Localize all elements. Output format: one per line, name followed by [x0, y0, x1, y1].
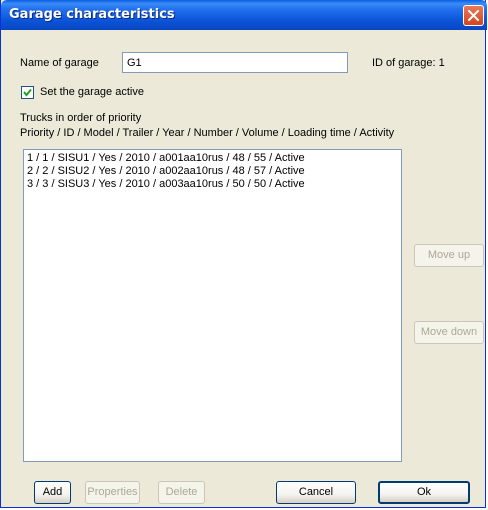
trucks-column-legend: Priority / ID / Model / Trailer / Year /… [20, 127, 395, 139]
properties-button[interactable]: Properties [85, 481, 140, 504]
list-item[interactable]: 1 / 1 / SISU1 / Yes / 2010 / a001aa10rus… [27, 152, 398, 165]
close-button[interactable] [463, 5, 484, 26]
title-bar[interactable]: Garage characteristics [1, 0, 487, 30]
checkmark-icon [23, 88, 32, 97]
cancel-button[interactable]: Cancel [276, 481, 356, 504]
move-up-button[interactable]: Move up [414, 244, 484, 267]
garage-active-label: Set the garage active [40, 86, 144, 98]
garage-active-checkbox[interactable] [21, 86, 34, 99]
garage-name-input[interactable] [122, 52, 348, 73]
delete-button[interactable]: Delete [158, 481, 205, 504]
list-item[interactable]: 2 / 2 / SISU2 / Yes / 2010 / a002aa10rus… [27, 165, 398, 178]
move-down-button[interactable]: Move down [414, 321, 484, 344]
close-icon [468, 10, 479, 21]
trucks-listbox[interactable]: 1 / 1 / SISU1 / Yes / 2010 / a001aa10rus… [23, 149, 402, 462]
add-button[interactable]: Add [34, 481, 71, 504]
trucks-heading: Trucks in order of priority [20, 112, 142, 124]
ok-button[interactable]: Ok [378, 481, 470, 504]
list-item[interactable]: 3 / 3 / SISU3 / Yes / 2010 / a003aa10rus… [27, 178, 398, 191]
garage-id-text: ID of garage: 1 [372, 57, 445, 69]
garage-name-label: Name of garage [20, 57, 99, 69]
dialog-body: Name of garage ID of garage: 1 Set the g… [4, 30, 484, 505]
window-title: Garage characteristics [9, 7, 175, 22]
dialog-window: Garage characteristics Name of garage ID… [0, 0, 487, 508]
